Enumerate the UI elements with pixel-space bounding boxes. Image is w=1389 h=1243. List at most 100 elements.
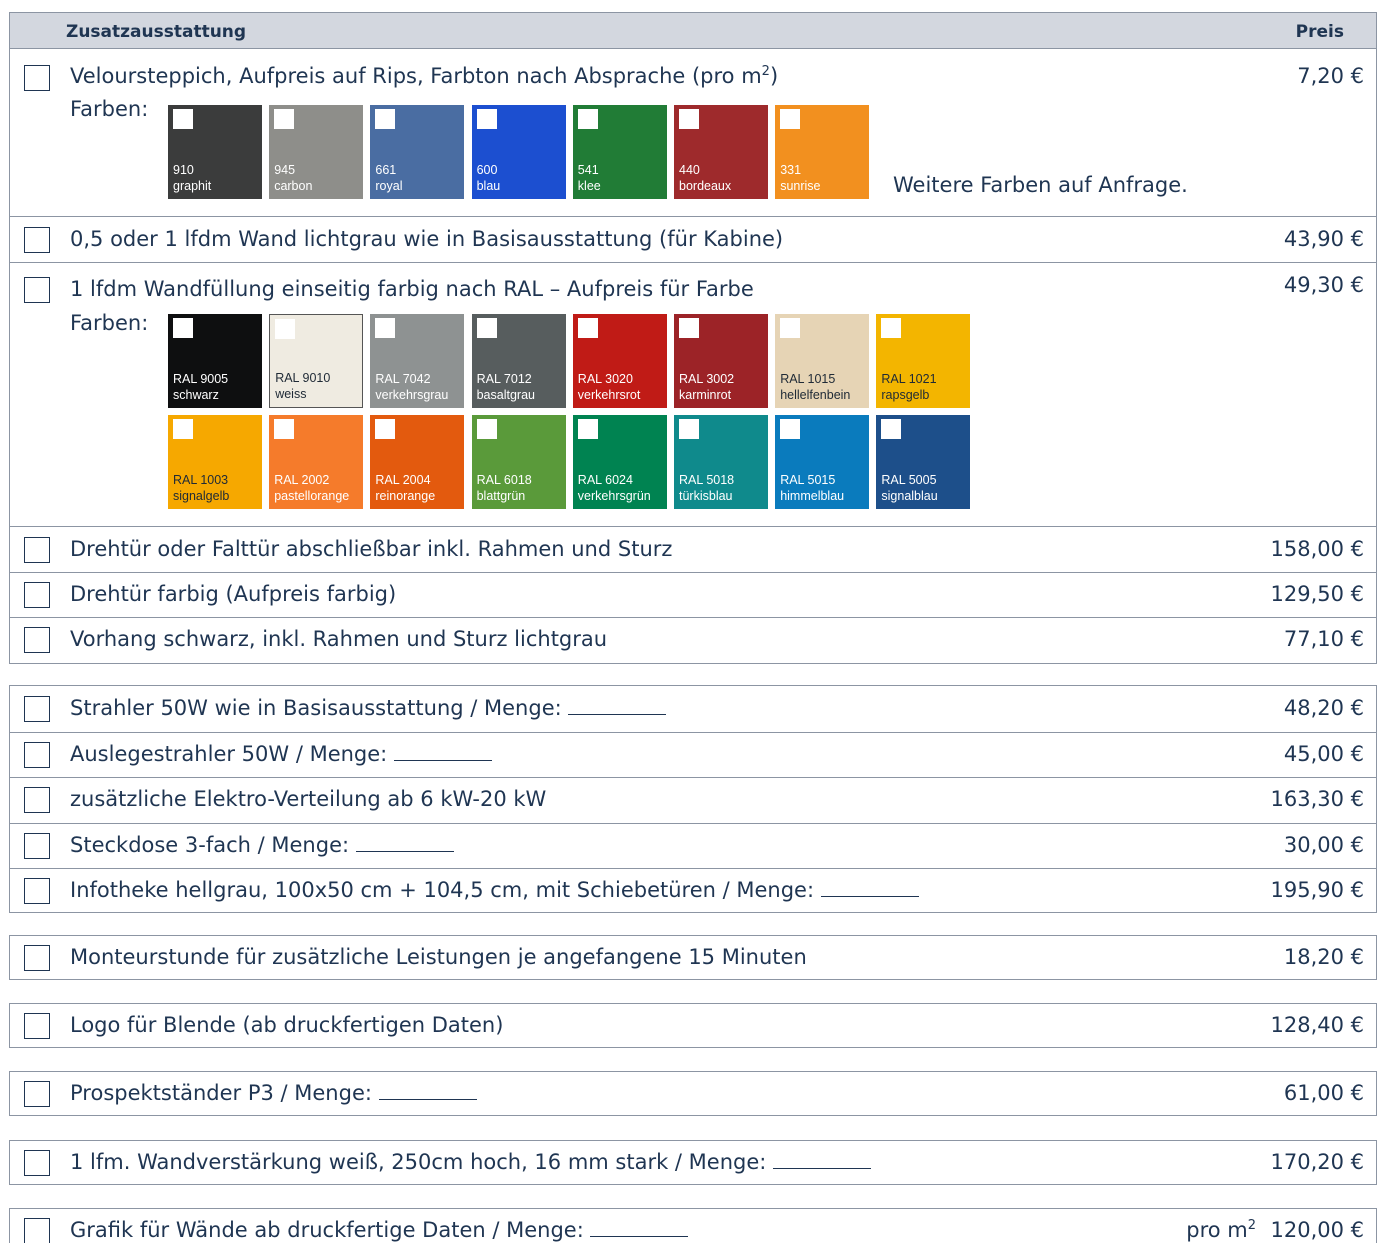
header-price: Preis xyxy=(1295,22,1344,42)
velour-swatch-sunrise[interactable]: 331 sunrise xyxy=(775,105,870,199)
quantity-field[interactable] xyxy=(820,879,919,897)
swatch-checkbox[interactable] xyxy=(881,318,902,338)
swatch-label: 541 klee xyxy=(578,162,601,194)
quantity-field[interactable] xyxy=(378,1082,477,1100)
wand-checkbox[interactable] xyxy=(24,227,50,253)
swatch-checkbox[interactable] xyxy=(476,109,497,129)
swatch-checkbox[interactable] xyxy=(780,419,801,439)
quantity-field[interactable] xyxy=(393,743,492,761)
monteur-label: Monteurstunde für zusätzliche Leistungen… xyxy=(70,945,807,969)
swatch-checkbox[interactable] xyxy=(375,318,396,338)
elektro-checkbox[interactable] xyxy=(24,787,50,813)
quantity-field[interactable] xyxy=(568,697,667,715)
strahler-checkbox[interactable] xyxy=(24,696,50,722)
swatch-label: RAL 1021 rapsgelb xyxy=(881,371,936,403)
ral-swatch-verkehrsgrün[interactable]: RAL 6024 verkehrsgrün xyxy=(572,415,667,509)
swatch-checkbox[interactable] xyxy=(274,419,295,439)
monteur-checkbox[interactable] xyxy=(24,945,50,971)
swatch-code: 331 xyxy=(780,163,802,177)
swatch-checkbox[interactable] xyxy=(577,419,598,439)
swatch-name: basaltgrau xyxy=(476,388,535,402)
velour-swatch-graphit[interactable]: 910 graphit xyxy=(168,105,262,199)
grafik-checkbox[interactable] xyxy=(24,1218,50,1243)
ral-swatch-türkisblau[interactable]: RAL 5018 türkisblau xyxy=(674,415,768,509)
velour-swatch-royal[interactable]: 661 royal xyxy=(370,105,465,199)
swatch-name: carbon xyxy=(274,179,313,193)
quantity-field[interactable] xyxy=(773,1151,872,1169)
wand-price: 43,90 € xyxy=(1283,227,1364,251)
swatch-checkbox[interactable] xyxy=(679,318,699,338)
vorhang-checkbox[interactable] xyxy=(24,627,50,653)
swatch-label: RAL 5005 signalblau xyxy=(881,472,937,504)
ral-swatch-reinorange[interactable]: RAL 2004 reinorange xyxy=(370,415,465,509)
swatch-code: RAL 7012 xyxy=(476,372,532,386)
ral-price: 49,30 € xyxy=(1283,273,1364,297)
swatch-checkbox[interactable] xyxy=(274,109,295,129)
quantity-field[interactable] xyxy=(355,834,454,852)
prospekt-checkbox[interactable] xyxy=(24,1081,50,1107)
strahler-label: Strahler 50W wie in Basisausstattung / M… xyxy=(70,696,667,720)
swatch-checkbox[interactable] xyxy=(881,419,902,439)
swatch-name: türkisblau xyxy=(679,489,733,503)
swatch-checkbox[interactable] xyxy=(679,419,699,439)
velour-swatch-klee[interactable]: 541 klee xyxy=(572,105,667,199)
swatch-checkbox[interactable] xyxy=(679,109,699,129)
velour-swatch-carbon[interactable]: 945 carbon xyxy=(269,105,364,199)
wandverstaerkung-checkbox[interactable] xyxy=(24,1150,50,1176)
swatch-checkbox[interactable] xyxy=(375,109,396,129)
swatch-checkbox[interactable] xyxy=(577,318,598,338)
option-infotheke: Infotheke hellgrau, 100x50 cm + 104,5 cm… xyxy=(10,868,1376,913)
swatch-checkbox[interactable] xyxy=(780,318,801,338)
auslegestrahler-checkbox[interactable] xyxy=(24,742,50,768)
header-title: Zusatzausstattung xyxy=(66,22,247,42)
drehtuer-checkbox[interactable] xyxy=(24,537,50,563)
swatch-checkbox[interactable] xyxy=(476,419,497,439)
ral-swatch-rapsgelb[interactable]: RAL 1021 rapsgelb xyxy=(876,314,971,408)
logo-checkbox[interactable] xyxy=(24,1013,50,1039)
velour-checkbox[interactable] xyxy=(24,65,50,91)
swatch-checkbox[interactable] xyxy=(275,319,296,339)
ral-swatch-karminrot[interactable]: RAL 3002 karminrot xyxy=(674,314,768,408)
ral-swatch-himmelblau[interactable]: RAL 5015 himmelblau xyxy=(775,415,870,509)
swatch-code: 910 xyxy=(173,163,194,177)
swatch-label: RAL 9010 weiss xyxy=(275,370,330,402)
ral-swatch-verkehrsrot[interactable]: RAL 3020 verkehrsrot xyxy=(572,314,667,408)
quantity-field[interactable] xyxy=(590,1219,689,1237)
ral-checkbox[interactable] xyxy=(24,277,50,303)
ral-swatch-basaltgrau[interactable]: RAL 7012 basaltgrau xyxy=(471,314,566,408)
drehtuer-farbig-checkbox[interactable] xyxy=(24,582,50,608)
swatch-checkbox[interactable] xyxy=(577,109,598,129)
ral-swatch-schwarz[interactable]: RAL 9005 schwarz xyxy=(168,314,262,408)
infotheke-checkbox[interactable] xyxy=(24,878,50,904)
swatch-name: graphit xyxy=(173,179,212,193)
steckdose-checkbox[interactable] xyxy=(24,833,50,859)
ral-swatch-signalblau[interactable]: RAL 5005 signalblau xyxy=(876,415,971,509)
ral-swatch-pastellorange[interactable]: RAL 2002 pastellorange xyxy=(269,415,364,509)
drehtuer-label: Drehtür oder Falttür abschließbar inkl. … xyxy=(70,537,673,561)
swatch-name: schwarz xyxy=(173,388,219,402)
logo-price: 128,40 € xyxy=(1270,1013,1364,1037)
swatch-checkbox[interactable] xyxy=(375,419,396,439)
swatch-checkbox[interactable] xyxy=(173,109,193,129)
ral-swatch-verkehrsgrau[interactable]: RAL 7042 verkehrsgrau xyxy=(370,314,465,408)
drehtuer-farbig-label: Drehtür farbig (Aufpreis farbig) xyxy=(70,582,397,606)
ral-swatch-hellelfenbein[interactable]: RAL 1015 hellelfenbein xyxy=(775,314,870,408)
swatch-label: RAL 5015 himmelblau xyxy=(780,472,844,504)
velour-swatch-blau[interactable]: 600 blau xyxy=(471,105,566,199)
grafik-label: Grafik für Wände ab druckfertige Daten /… xyxy=(70,1218,689,1242)
swatch-checkbox[interactable] xyxy=(173,318,193,338)
ral-swatch-blattgrün[interactable]: RAL 6018 blattgrün xyxy=(471,415,566,509)
velour-price: 7,20 € xyxy=(1297,64,1364,88)
swatch-checkbox[interactable] xyxy=(173,419,193,439)
ral-swatch-weiss[interactable]: RAL 9010 weiss xyxy=(269,314,364,408)
swatch-checkbox[interactable] xyxy=(780,109,801,129)
ral-swatch-signalgelb[interactable]: RAL 1003 signalgelb xyxy=(168,415,262,509)
swatch-label: RAL 6018 blattgrün xyxy=(477,472,532,504)
swatch-code: RAL 9010 xyxy=(275,371,331,385)
swatch-checkbox[interactable] xyxy=(476,318,497,338)
option-auslegestrahler: Auslegestrahler 50W / Menge: 45,00 € xyxy=(10,732,1376,777)
swatch-name: rapsgelb xyxy=(881,388,930,402)
swatch-code: RAL 2004 xyxy=(375,473,431,487)
swatch-name: sunrise xyxy=(780,179,821,193)
velour-swatch-bordeaux[interactable]: 440 bordeaux xyxy=(674,105,768,199)
